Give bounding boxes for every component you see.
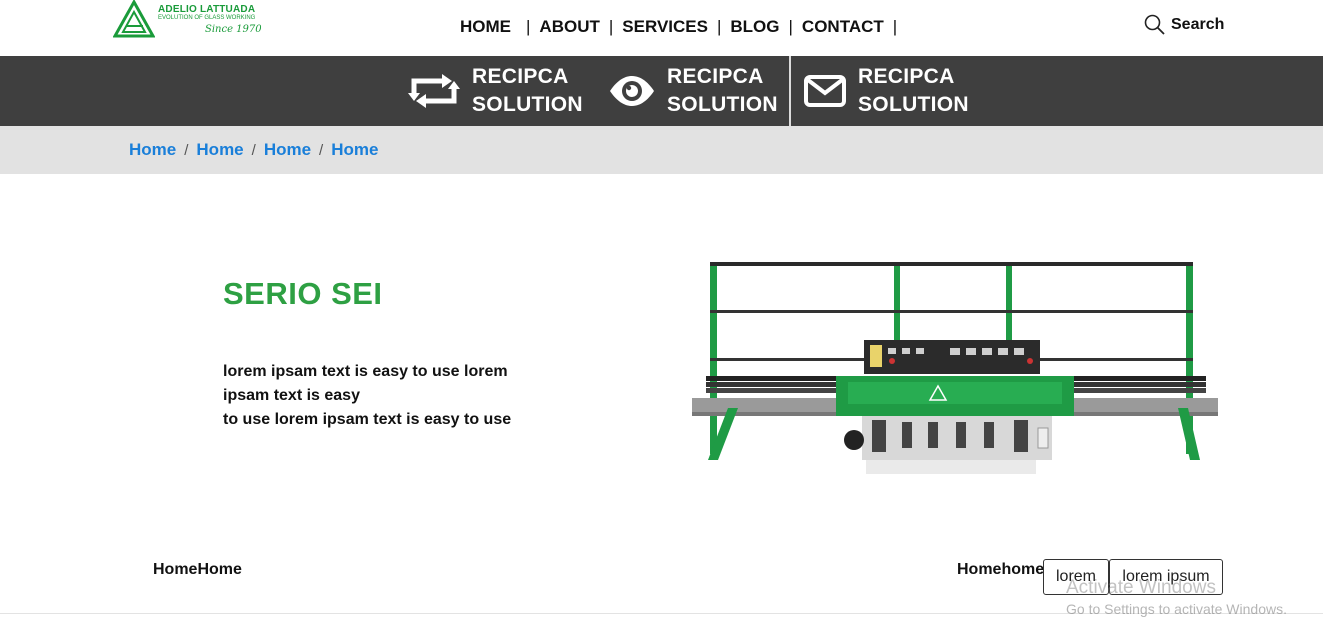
nav-services[interactable]: SERVICES <box>622 17 708 37</box>
description-line: to use lorem ipsam text is easy to use <box>223 411 512 428</box>
description-line: lorem ipsam text is easy to use lorem ip… <box>223 363 508 404</box>
breadcrumb-link[interactable]: Home <box>331 140 378 160</box>
nav-separator: | <box>526 17 531 36</box>
feature-item[interactable]: RECIPCA SOLUTION <box>408 56 583 126</box>
nav-about[interactable]: ABOUT <box>539 17 599 37</box>
machine-image <box>692 262 1218 474</box>
search-icon <box>1144 14 1165 35</box>
nav-separator: | <box>608 17 614 36</box>
feature-text: RECIPCA SOLUTION <box>667 63 778 119</box>
feature-line2: SOLUTION <box>472 93 583 116</box>
nav-separator: | <box>788 17 793 36</box>
activate-windows-subtitle: Go to Settings to activate Windows. <box>1066 601 1287 617</box>
breadcrumb-separator: / <box>184 141 189 159</box>
activate-windows-title: Activate Windows <box>1066 577 1216 598</box>
brand-logo[interactable]: ADELIO LATTUADA EVOLUTION OF GLASS WORKI… <box>113 0 273 40</box>
envelope-icon <box>804 75 846 107</box>
eye-icon <box>610 76 654 106</box>
strip-divider <box>789 56 791 126</box>
feature-line1: RECIPCA <box>858 65 955 88</box>
breadcrumb-link[interactable]: Home <box>264 140 311 160</box>
search-button[interactable]: Search <box>1144 14 1224 35</box>
feature-line2: SOLUTION <box>858 93 969 116</box>
breadcrumb: Home / Home / Home / Home <box>0 126 1323 174</box>
logo-brand-text: ADELIO LATTUADA <box>158 4 256 15</box>
search-label: Search <box>1171 15 1225 33</box>
feature-line1: RECIPCA <box>667 65 764 88</box>
feature-line1: RECIPCA <box>472 65 569 88</box>
breadcrumb-items: Home / Home / Home / Home <box>129 140 378 160</box>
site-header: ADELIO LATTUADA EVOLUTION OF GLASS WORKI… <box>0 0 1323 56</box>
nav-home[interactable]: HOME <box>460 17 511 37</box>
logo-triangle-icon <box>113 0 155 38</box>
feature-text: RECIPCA SOLUTION <box>472 63 583 119</box>
footer-left-text: HomeHome <box>153 561 242 578</box>
breadcrumb-link[interactable]: Home <box>129 140 176 160</box>
feature-item[interactable]: RECIPCA SOLUTION <box>804 56 969 126</box>
repeat-icon <box>408 74 460 108</box>
footer-right-text: Homehome <box>957 561 1045 578</box>
logo-since: Since 1970 <box>205 24 262 35</box>
main-nav: HOME | ABOUT | SERVICES | BLOG | CONTACT… <box>460 17 906 37</box>
product-description: lorem ipsam text is easy to use lorem ip… <box>223 360 543 432</box>
nav-separator: | <box>716 17 722 36</box>
feature-strip: RECIPCA SOLUTION RECIPCA SOLUTION RECIPC… <box>0 56 1323 126</box>
feature-line2: SOLUTION <box>667 93 778 116</box>
breadcrumb-separator: / <box>319 141 324 159</box>
product-title: SERIO SEI <box>223 276 383 311</box>
logo-tagline: EVOLUTION OF GLASS WORKING <box>158 15 256 21</box>
nav-separator: | <box>892 17 898 36</box>
breadcrumb-separator: / <box>251 141 256 159</box>
nav-contact[interactable]: CONTACT <box>802 17 884 37</box>
nav-blog[interactable]: BLOG <box>730 17 779 37</box>
feature-item[interactable]: RECIPCA SOLUTION <box>608 56 778 126</box>
breadcrumb-link[interactable]: Home <box>196 140 243 160</box>
feature-text: RECIPCA SOLUTION <box>858 63 969 119</box>
